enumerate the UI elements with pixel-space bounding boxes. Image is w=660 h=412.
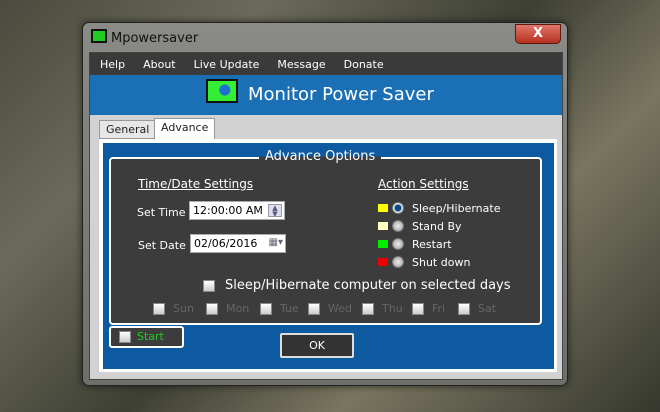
action-label: Sleep/Hibernate [412, 201, 501, 215]
action-list: Sleep/Hibernate Stand By Restart Shut do… [378, 199, 500, 271]
color-swatch [378, 204, 388, 212]
action-label: Restart [412, 237, 452, 251]
day-checkbox[interactable] [362, 302, 374, 315]
action-label: Shut down [412, 255, 471, 269]
client-area: Help About Live Update Message Donate Mo… [89, 52, 563, 380]
day-label: Sat [478, 302, 497, 315]
selected-days-checkbox[interactable] [203, 279, 215, 292]
action-label: Stand By [412, 219, 462, 233]
day-label: Sun [173, 302, 194, 315]
ok-button[interactable]: OK [280, 333, 354, 358]
action-sleep[interactable]: Sleep/Hibernate [378, 199, 500, 217]
day-thu[interactable]: Thu [362, 302, 412, 315]
set-date-value: 02/06/2016 [194, 237, 258, 250]
menu-message[interactable]: Message [267, 58, 333, 71]
day-sun[interactable]: Sun [153, 302, 206, 315]
group-title: Advance Options [259, 149, 382, 164]
day-sat[interactable]: Sat [458, 302, 504, 315]
selected-days-option[interactable]: Sleep/Hibernate computer on selected day… [203, 278, 511, 293]
action-heading: Action Settings [378, 177, 469, 191]
start-label: Start [137, 330, 164, 343]
action-shutdown[interactable]: Shut down [378, 253, 500, 271]
tab-panel: Advance Options Time/Date Settings Set T… [99, 139, 557, 372]
time-spinner-icon[interactable]: ▲ ▼ [268, 204, 282, 218]
menu-bar: Help About Live Update Message Donate [90, 53, 562, 75]
radio-shutdown[interactable] [392, 256, 404, 268]
app-window: Mpowersaver X Help About Live Update Mes… [82, 22, 568, 386]
day-checkbox[interactable] [260, 302, 272, 315]
radio-standby[interactable] [392, 220, 404, 232]
advance-options-group: Advance Options Time/Date Settings Set T… [109, 149, 542, 325]
calendar-dropdown-icon[interactable]: ▦▾ [269, 237, 283, 248]
day-checkbox[interactable] [153, 302, 165, 315]
start-toggle[interactable]: Start [109, 326, 184, 348]
menu-donate[interactable]: Donate [334, 58, 392, 71]
menu-about[interactable]: About [133, 58, 184, 71]
monitor-icon [206, 79, 238, 103]
days-row: Sun Mon Tue Wed Thu Fri Sat [153, 302, 504, 315]
day-checkbox[interactable] [412, 302, 424, 315]
color-swatch [378, 258, 388, 266]
day-tue[interactable]: Tue [260, 302, 308, 315]
time-date-heading: Time/Date Settings [138, 177, 254, 191]
close-button[interactable]: X [515, 24, 561, 44]
start-checkbox[interactable] [119, 331, 131, 343]
day-label: Fri [432, 302, 446, 315]
tab-general[interactable]: General [99, 120, 157, 139]
day-wed[interactable]: Wed [308, 302, 362, 315]
panel-inner: Advance Options Time/Date Settings Set T… [103, 143, 554, 369]
action-restart[interactable]: Restart [378, 235, 500, 253]
day-label: Tue [280, 302, 299, 315]
tab-advance[interactable]: Advance [154, 118, 216, 140]
day-checkbox[interactable] [458, 302, 470, 315]
action-standby[interactable]: Stand By [378, 217, 500, 235]
menu-live-update[interactable]: Live Update [184, 58, 268, 71]
menu-help[interactable]: Help [90, 58, 133, 71]
radio-sleep[interactable] [392, 202, 404, 214]
window-title: Mpowersaver [111, 31, 199, 46]
set-time-label: Set Time [137, 206, 186, 219]
day-label: Thu [382, 302, 403, 315]
day-label: Wed [328, 302, 352, 315]
day-checkbox[interactable] [206, 302, 218, 315]
set-date-label: Set Date [138, 239, 186, 252]
color-swatch [378, 240, 388, 248]
banner: Monitor Power Saver [90, 75, 562, 115]
app-icon [91, 29, 107, 43]
selected-days-label: Sleep/Hibernate computer on selected day… [225, 278, 511, 293]
set-time-value: 12:00:00 AM [193, 204, 263, 217]
radio-restart[interactable] [392, 238, 404, 250]
set-date-input[interactable]: 02/06/2016 ▦▾ [190, 234, 286, 253]
day-label: Mon [226, 302, 250, 315]
set-time-input[interactable]: 12:00:00 AM ▲ ▼ [189, 201, 285, 220]
color-swatch [378, 222, 388, 230]
banner-title: Monitor Power Saver [248, 84, 434, 105]
day-mon[interactable]: Mon [206, 302, 260, 315]
day-checkbox[interactable] [308, 302, 320, 315]
day-fri[interactable]: Fri [412, 302, 458, 315]
